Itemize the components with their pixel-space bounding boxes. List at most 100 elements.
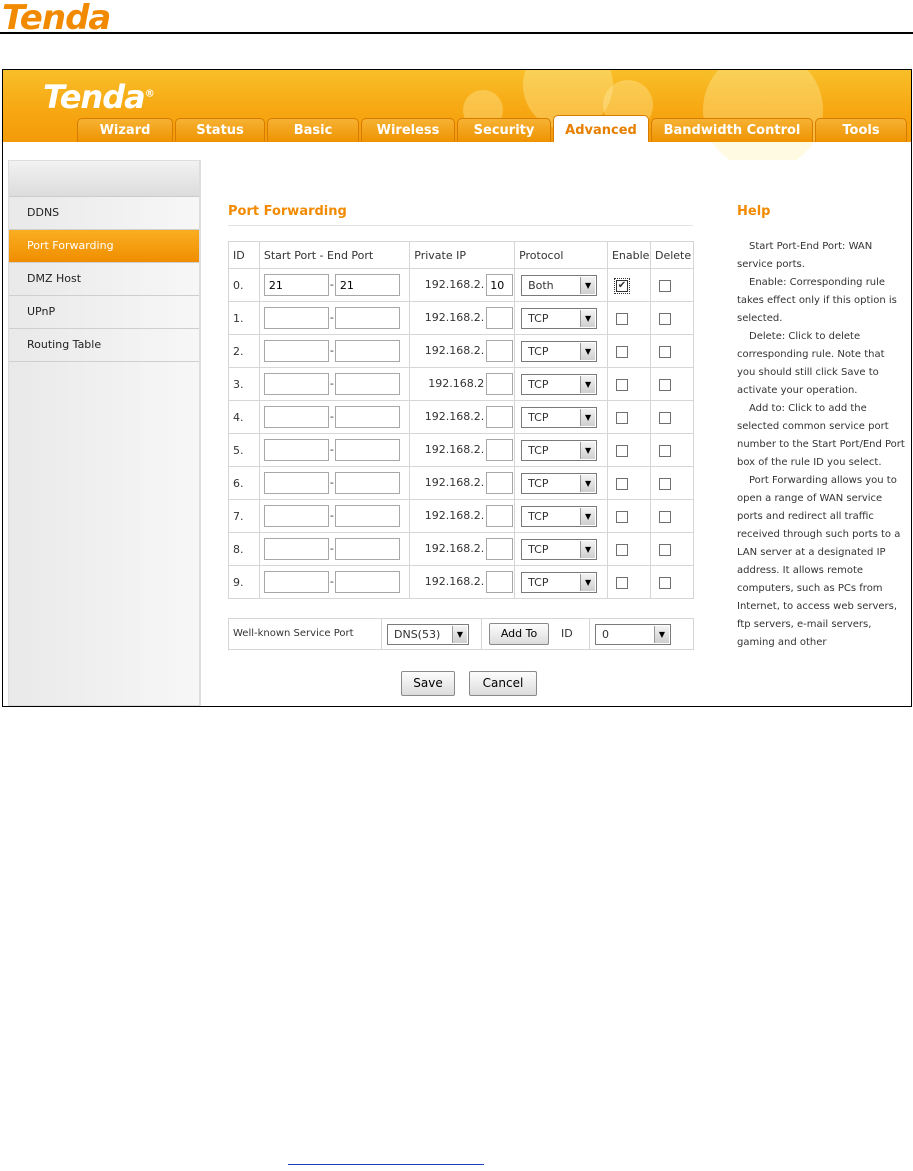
column-header: ID <box>228 241 260 269</box>
rule-id: 7. <box>228 499 260 533</box>
delete-checkbox[interactable] <box>658 411 671 424</box>
end-port-input[interactable] <box>334 406 400 428</box>
enable-checkbox[interactable]: ✔ <box>613 277 630 294</box>
protocol-value: TCP <box>528 344 549 358</box>
ip-last-octet-input[interactable] <box>486 406 514 428</box>
tab-basic[interactable]: Basic <box>267 118 359 142</box>
ip-last-octet-input[interactable] <box>486 373 514 395</box>
delete-checkbox[interactable] <box>658 477 671 490</box>
protocol-select[interactable]: TCP ▼ <box>521 472 598 494</box>
port-range-cell: - <box>258 433 411 467</box>
start-port-input[interactable] <box>263 439 329 461</box>
tab-advanced[interactable]: Advanced <box>553 115 649 142</box>
tab-status[interactable]: Status <box>175 118 265 142</box>
sidebar-item-upnp[interactable]: UPnP <box>9 296 199 329</box>
start-port-input[interactable] <box>263 274 329 296</box>
delete-checkbox[interactable] <box>658 543 671 556</box>
delete-checkbox[interactable] <box>658 312 671 325</box>
column-header: Start Port - End Port <box>258 241 411 269</box>
delete-checkbox[interactable] <box>658 378 671 391</box>
delete-cell <box>649 565 695 599</box>
enable-checkbox[interactable] <box>615 312 628 325</box>
enable-checkbox[interactable] <box>615 378 628 391</box>
tab-bandwidth-control[interactable]: Bandwidth Control <box>651 118 813 142</box>
delete-checkbox[interactable] <box>658 576 671 589</box>
sidebar-item-routing-table[interactable]: Routing Table <box>9 329 199 362</box>
start-port-input[interactable] <box>263 571 329 593</box>
header-rule <box>0 32 913 34</box>
rule-id: 4. <box>228 400 260 434</box>
protocol-select[interactable]: TCP ▼ <box>521 307 598 329</box>
enable-checkbox[interactable] <box>615 345 628 358</box>
protocol-select[interactable]: TCP ▼ <box>521 406 598 428</box>
end-port-input[interactable] <box>334 538 400 560</box>
service-port-select[interactable]: DNS(53) ▼ <box>387 624 469 645</box>
enable-checkbox[interactable] <box>615 510 628 523</box>
start-port-input[interactable] <box>263 406 329 428</box>
start-port-input[interactable] <box>263 505 329 527</box>
start-port-input[interactable] <box>263 340 329 362</box>
enable-checkbox[interactable] <box>615 411 628 424</box>
ip-last-octet-input[interactable] <box>486 571 514 593</box>
table-row: 4. -192.168.2. TCP ▼ <box>228 400 695 434</box>
enable-checkbox[interactable] <box>615 543 628 556</box>
protocol-select[interactable]: TCP ▼ <box>521 538 598 560</box>
end-port-input[interactable] <box>334 373 400 395</box>
end-port-input[interactable] <box>334 340 400 362</box>
protocol-select[interactable]: Both ▼ <box>521 274 598 296</box>
ip-last-octet-input[interactable] <box>486 340 514 362</box>
protocol-cell: TCP ▼ <box>514 466 608 500</box>
router-admin-screenshot: Tenda® Wizard Status Basic Wireless Security… <box>2 69 912 707</box>
end-port-input[interactable] <box>334 571 400 593</box>
start-port-input[interactable] <box>263 307 329 329</box>
title-divider <box>228 225 693 226</box>
ip-last-octet-input[interactable] <box>486 472 514 494</box>
delete-checkbox[interactable] <box>658 510 671 523</box>
sidebar-item-ddns[interactable]: DDNS <box>9 197 199 230</box>
sidebar-header <box>9 161 199 197</box>
enable-checkbox[interactable] <box>615 477 628 490</box>
enable-checkbox[interactable] <box>615 444 628 457</box>
end-port-input[interactable] <box>334 307 400 329</box>
sidebar-item-dmz-host[interactable]: DMZ Host <box>9 263 199 296</box>
start-port-input[interactable] <box>263 538 329 560</box>
save-button[interactable]: Save <box>401 671 455 696</box>
protocol-select[interactable]: TCP ▼ <box>521 571 598 593</box>
end-port-input[interactable] <box>334 274 400 296</box>
sidebar-items: DDNS Port Forwarding DMZ Host UPnP Routing T… <box>9 197 199 362</box>
protocol-select[interactable]: TCP ▼ <box>521 505 598 527</box>
ip-last-octet-input[interactable] <box>486 307 514 329</box>
ip-prefix: 192.168.2. <box>424 410 485 423</box>
sidebar-item-port-forwarding[interactable]: Port Forwarding <box>9 230 199 263</box>
protocol-select[interactable]: TCP ▼ <box>521 340 598 362</box>
protocol-cell: TCP ▼ <box>514 367 608 401</box>
tab-wizard[interactable]: Wizard <box>77 118 173 142</box>
delete-cell <box>649 532 695 566</box>
protocol-select[interactable]: TCP ▼ <box>521 373 598 395</box>
end-port-input[interactable] <box>334 439 400 461</box>
ip-last-octet-input[interactable] <box>486 439 514 461</box>
delete-checkbox[interactable] <box>658 279 671 292</box>
start-port-input[interactable] <box>263 472 329 494</box>
ip-last-octet-input[interactable] <box>486 274 514 296</box>
end-port-input[interactable] <box>334 505 400 527</box>
delete-checkbox[interactable] <box>658 444 671 457</box>
tab-tools[interactable]: Tools <box>815 118 907 142</box>
end-port-input[interactable] <box>334 472 400 494</box>
private-ip-cell: 192.168.2. <box>409 268 516 302</box>
add-to-button[interactable]: Add To <box>489 623 549 645</box>
tab-wireless[interactable]: Wireless <box>361 118 455 142</box>
port-range-cell: - <box>258 301 411 335</box>
protocol-select[interactable]: TCP ▼ <box>521 439 598 461</box>
tab-security[interactable]: Security <box>457 118 551 142</box>
enable-checkbox[interactable] <box>615 576 628 589</box>
protocol-cell: TCP ▼ <box>514 499 608 533</box>
table-row: 8. -192.168.2. TCP ▼ <box>228 532 695 566</box>
well-known-label: Well-known Service Port <box>233 628 354 639</box>
ip-last-octet-input[interactable] <box>486 505 514 527</box>
start-port-input[interactable] <box>263 373 329 395</box>
cancel-button[interactable]: Cancel <box>469 671 537 696</box>
rule-id-select[interactable]: 0 ▼ <box>595 624 671 645</box>
ip-last-octet-input[interactable] <box>486 538 514 560</box>
delete-checkbox[interactable] <box>658 345 671 358</box>
